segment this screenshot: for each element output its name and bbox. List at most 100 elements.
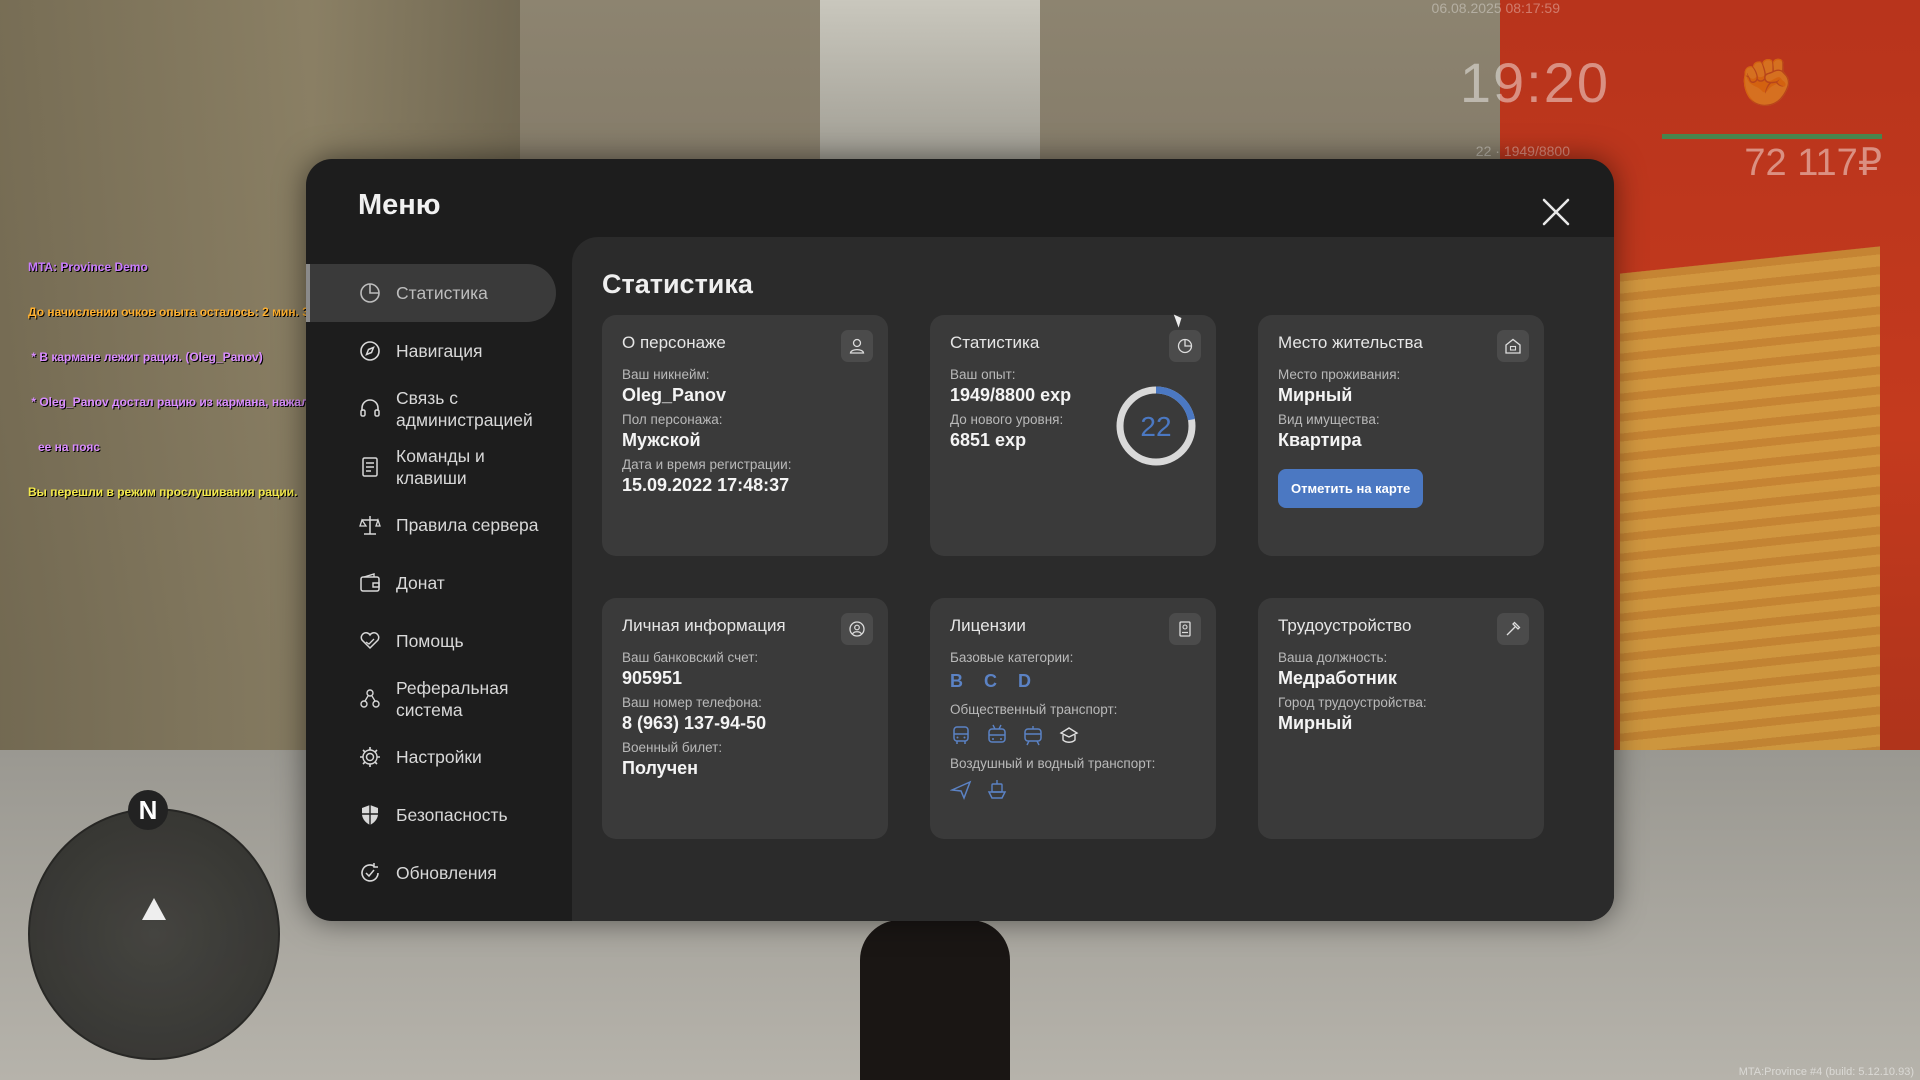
home-icon bbox=[1497, 330, 1529, 362]
gender-label: Пол персонажа: bbox=[622, 412, 723, 427]
residence-place-label: Место проживания: bbox=[1278, 367, 1401, 382]
bank-account-label: Ваш банковский счет: bbox=[622, 650, 759, 665]
card-licenses: Лицензии Базовые категории: B C D Общест… bbox=[930, 598, 1216, 839]
hud-health-bar bbox=[1662, 134, 1882, 139]
nav-item-referral[interactable]: Реферальная система bbox=[306, 670, 568, 728]
nav-label: Правила сервера bbox=[396, 515, 539, 535]
nav-item-settings[interactable]: Настройки bbox=[306, 728, 568, 786]
card-title: Трудоустройство bbox=[1278, 616, 1412, 635]
nav-item-commands[interactable]: Команды и клавиши bbox=[306, 438, 568, 496]
compass-icon bbox=[360, 341, 380, 361]
nav-item-updates[interactable]: Обновления bbox=[306, 844, 568, 902]
hud-time: 19:20 bbox=[1459, 51, 1610, 114]
nav-item-navigation[interactable]: Навигация bbox=[306, 322, 568, 380]
menu-window: Меню Статистика Навигация Связь с админи… bbox=[306, 159, 1614, 921]
nav-item-admin-contact[interactable]: Связь с администрацией bbox=[306, 380, 568, 438]
bus-icon bbox=[953, 726, 969, 744]
bank-account-value: 905951 bbox=[622, 668, 683, 688]
nav-label: Навигация bbox=[396, 341, 483, 361]
pie-chart-icon bbox=[360, 283, 380, 303]
nav-label: Реферальная система bbox=[396, 678, 509, 720]
minimap bbox=[28, 808, 280, 1060]
player-character bbox=[860, 920, 1010, 1080]
card-experience: Статистика Ваш опыт: 1949/8800 exp До но… bbox=[930, 315, 1216, 556]
nav-item-statistics[interactable]: Статистика bbox=[306, 264, 556, 322]
hud-exp-value: 1949/8800 bbox=[1503, 143, 1570, 159]
employment-city-value: Мирный bbox=[1278, 713, 1353, 733]
base-categories-label: Базовые категории: bbox=[950, 650, 1074, 665]
residence-place-value: Мирный bbox=[1278, 385, 1353, 405]
shield-icon bbox=[362, 805, 378, 825]
public-transport-label: Общественный транспорт: bbox=[950, 702, 1118, 717]
document-icon bbox=[1169, 613, 1201, 645]
nav-label: Безопасность bbox=[396, 805, 508, 825]
base-categories-value: B C D bbox=[950, 671, 1039, 691]
nav-label: Настройки bbox=[396, 747, 482, 767]
nickname-label: Ваш никнейм: bbox=[622, 367, 710, 382]
hand-heart-icon bbox=[360, 632, 380, 650]
hud-level-value: 22 bbox=[1475, 143, 1492, 159]
nickname-value: Oleg_Panov bbox=[622, 385, 727, 405]
fist-icon: ✊ bbox=[1737, 56, 1795, 108]
card-title: Статистика bbox=[950, 333, 1040, 352]
minimap-player-arrow-icon bbox=[142, 898, 166, 920]
nav-item-help[interactable]: Помощь bbox=[306, 612, 568, 670]
trolleybus-icon bbox=[988, 724, 1006, 743]
minimap-north-marker: N bbox=[128, 790, 168, 830]
card-employment: Трудоустройство Ваша должность: Медработ… bbox=[1258, 598, 1544, 839]
gender-value: Мужской bbox=[622, 430, 701, 450]
scene-corridor bbox=[820, 0, 1040, 170]
level-progress-ring: 22 bbox=[1116, 386, 1196, 466]
hud-money: 72 117₽ bbox=[1744, 142, 1882, 184]
card-residence: Место жительства Место проживания: Мирны… bbox=[1258, 315, 1544, 556]
hud-level: 22 · 1949/8800 bbox=[1475, 143, 1570, 159]
air-water-transport-icons bbox=[950, 778, 1196, 800]
id-badge-icon bbox=[841, 613, 873, 645]
level-value: 22 bbox=[1140, 411, 1171, 442]
card-title: Место жительства bbox=[1278, 333, 1423, 352]
nav-label: Статистика bbox=[396, 283, 488, 303]
user-icon bbox=[841, 330, 873, 362]
close-icon[interactable] bbox=[1538, 194, 1574, 230]
gear-icon bbox=[360, 747, 380, 767]
menu-title: Меню bbox=[358, 189, 441, 221]
nav-label: Связь с администрацией bbox=[396, 388, 533, 430]
position-value: Медработник bbox=[1278, 668, 1397, 688]
nav-label: Обновления bbox=[396, 863, 497, 883]
refresh-check-icon bbox=[361, 863, 379, 882]
menu-sidebar: Статистика Навигация Связь с администрац… bbox=[306, 264, 568, 902]
hammer-icon bbox=[1497, 613, 1529, 645]
card-title: Лицензии bbox=[950, 616, 1026, 635]
scales-icon bbox=[359, 516, 381, 535]
headset-icon bbox=[360, 399, 380, 417]
military-id-label: Военный билет: bbox=[622, 740, 723, 755]
content-panel: Статистика О персонаже Ваш никнейм: Oleg… bbox=[572, 237, 1614, 921]
tram-icon bbox=[1024, 726, 1042, 746]
section-title: Статистика bbox=[602, 269, 753, 299]
card-personal-info: Личная информация Ваш банковский счет: 9… bbox=[602, 598, 888, 839]
nav-item-donate[interactable]: Донат bbox=[306, 554, 568, 612]
registration-label: Дата и время регистрации: bbox=[622, 457, 792, 472]
card-title: О персонаже bbox=[622, 333, 726, 352]
position-label: Ваша должность: bbox=[1278, 650, 1388, 665]
experience-label: Ваш опыт: bbox=[950, 367, 1016, 382]
air-water-transport-label: Воздушный и водный транспорт: bbox=[950, 756, 1156, 771]
property-type-value: Квартира bbox=[1278, 430, 1362, 450]
registration-value: 15.09.2022 17:48:37 bbox=[622, 475, 790, 495]
phone-value: 8 (963) 137-94-50 bbox=[622, 713, 767, 733]
public-transport-icons bbox=[950, 724, 1196, 746]
people-network-icon bbox=[360, 689, 380, 708]
document-list-icon bbox=[362, 457, 378, 477]
wallet-icon bbox=[360, 573, 380, 592]
hud-date: 06.08.2025 08:17:59 bbox=[1431, 0, 1560, 16]
nav-label: Помощь bbox=[396, 631, 464, 651]
property-type-label: Вид имущества: bbox=[1278, 412, 1380, 427]
mark-on-map-button[interactable]: Отметить на карте bbox=[1278, 469, 1424, 508]
plane-icon bbox=[950, 780, 972, 800]
boat-icon bbox=[987, 780, 1007, 799]
military-id-value: Получен bbox=[622, 758, 699, 778]
nav-item-security[interactable]: Безопасность bbox=[306, 786, 568, 844]
nav-item-server-rules[interactable]: Правила сервера bbox=[306, 496, 568, 554]
nav-label: Команды и клавиши bbox=[396, 446, 485, 488]
phone-label: Ваш номер телефона: bbox=[622, 695, 762, 710]
